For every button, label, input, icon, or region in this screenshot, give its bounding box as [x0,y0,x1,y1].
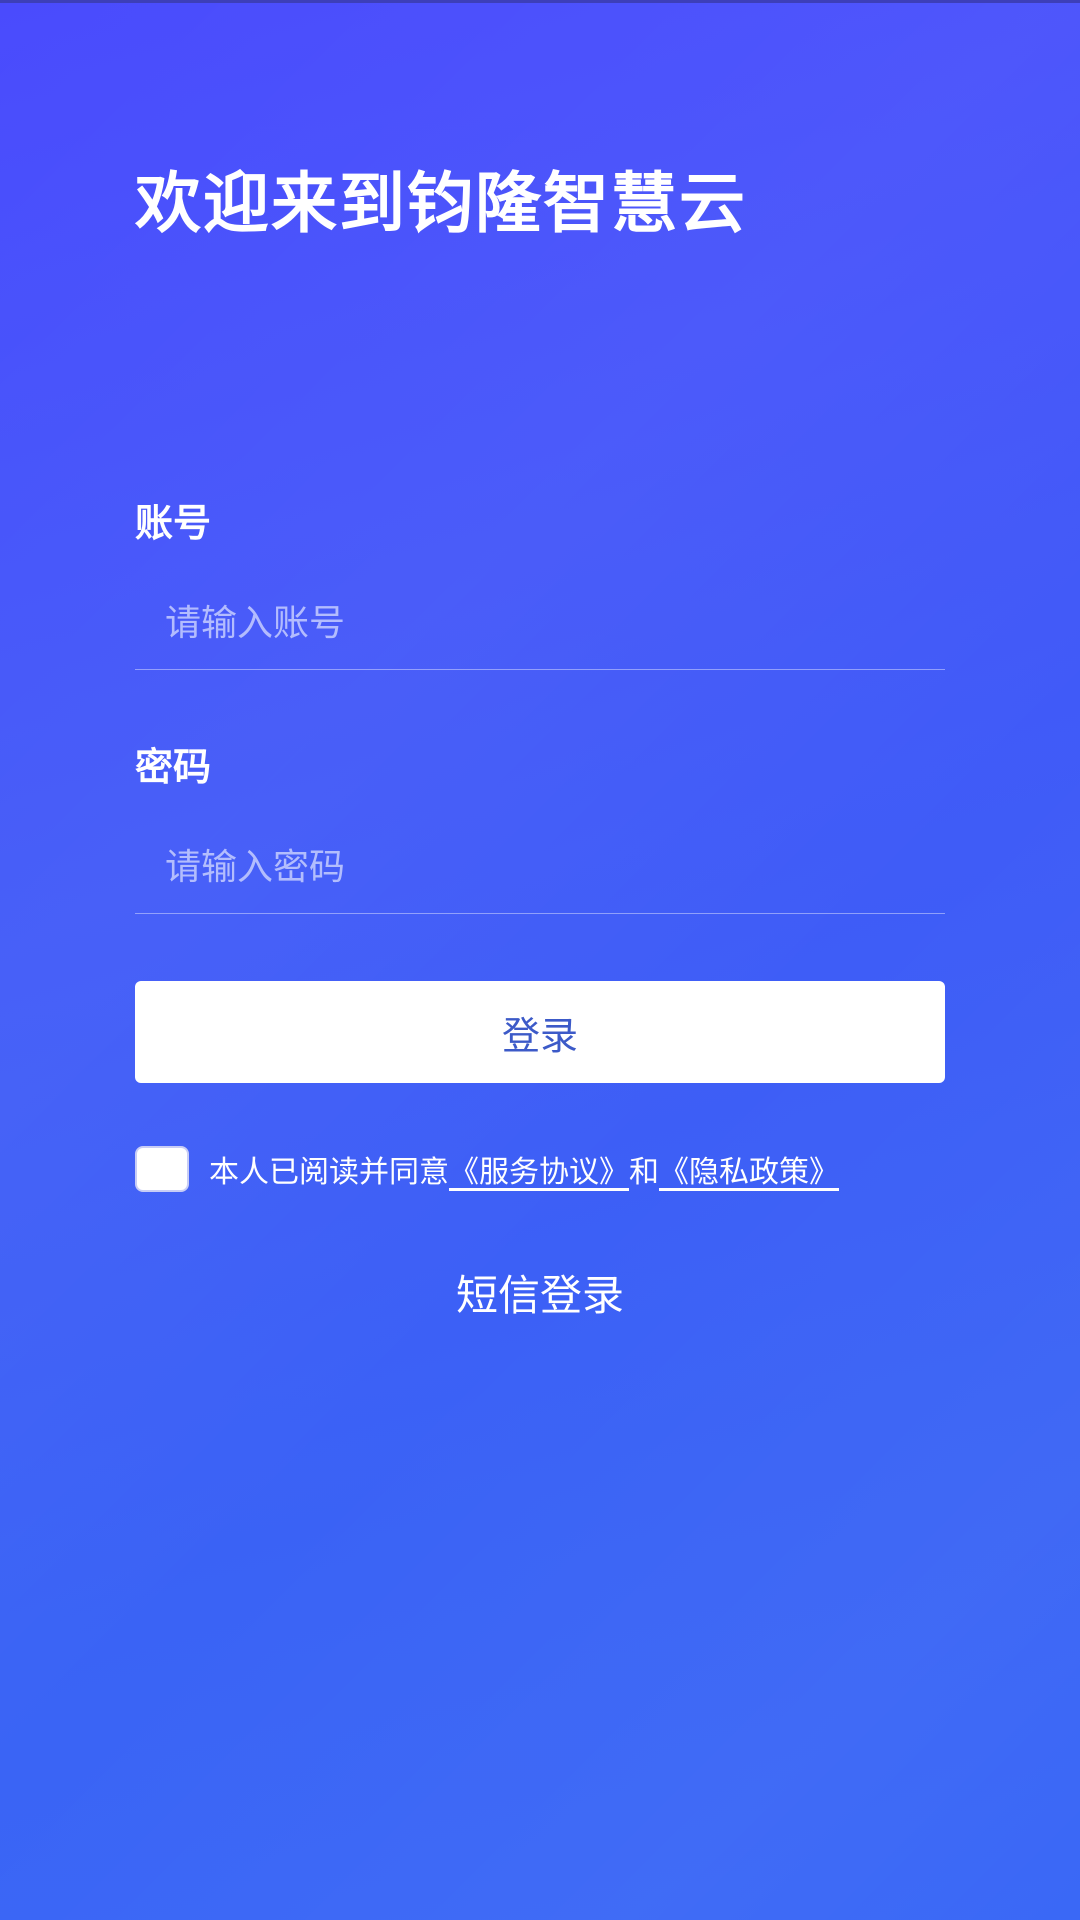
agreement-checkbox[interactable] [135,1146,189,1192]
service-agreement-link[interactable]: 《服务协议》 [449,1147,629,1191]
account-input[interactable] [135,578,945,669]
agreement-and: 和 [629,1155,659,1190]
account-field-container [135,578,945,670]
agreement-prefix: 本人已阅读并同意 [209,1155,449,1190]
welcome-title: 欢迎来到钧隆智慧云 [135,165,747,242]
privacy-policy-link[interactable]: 《隐私政策》 [659,1147,839,1191]
password-input[interactable] [135,822,945,913]
password-label: 密码 [135,745,212,789]
password-field-container [135,822,945,914]
top-border [0,0,1080,3]
sms-login-link[interactable]: 短信登录 [0,1262,1080,1323]
agreement-row: 本人已阅读并同意 《服务协议》 和 《隐私政策》 [135,1145,839,1193]
background-sheen [0,0,1080,1920]
login-button[interactable]: 登录 [135,981,945,1083]
account-label: 账号 [135,501,212,545]
